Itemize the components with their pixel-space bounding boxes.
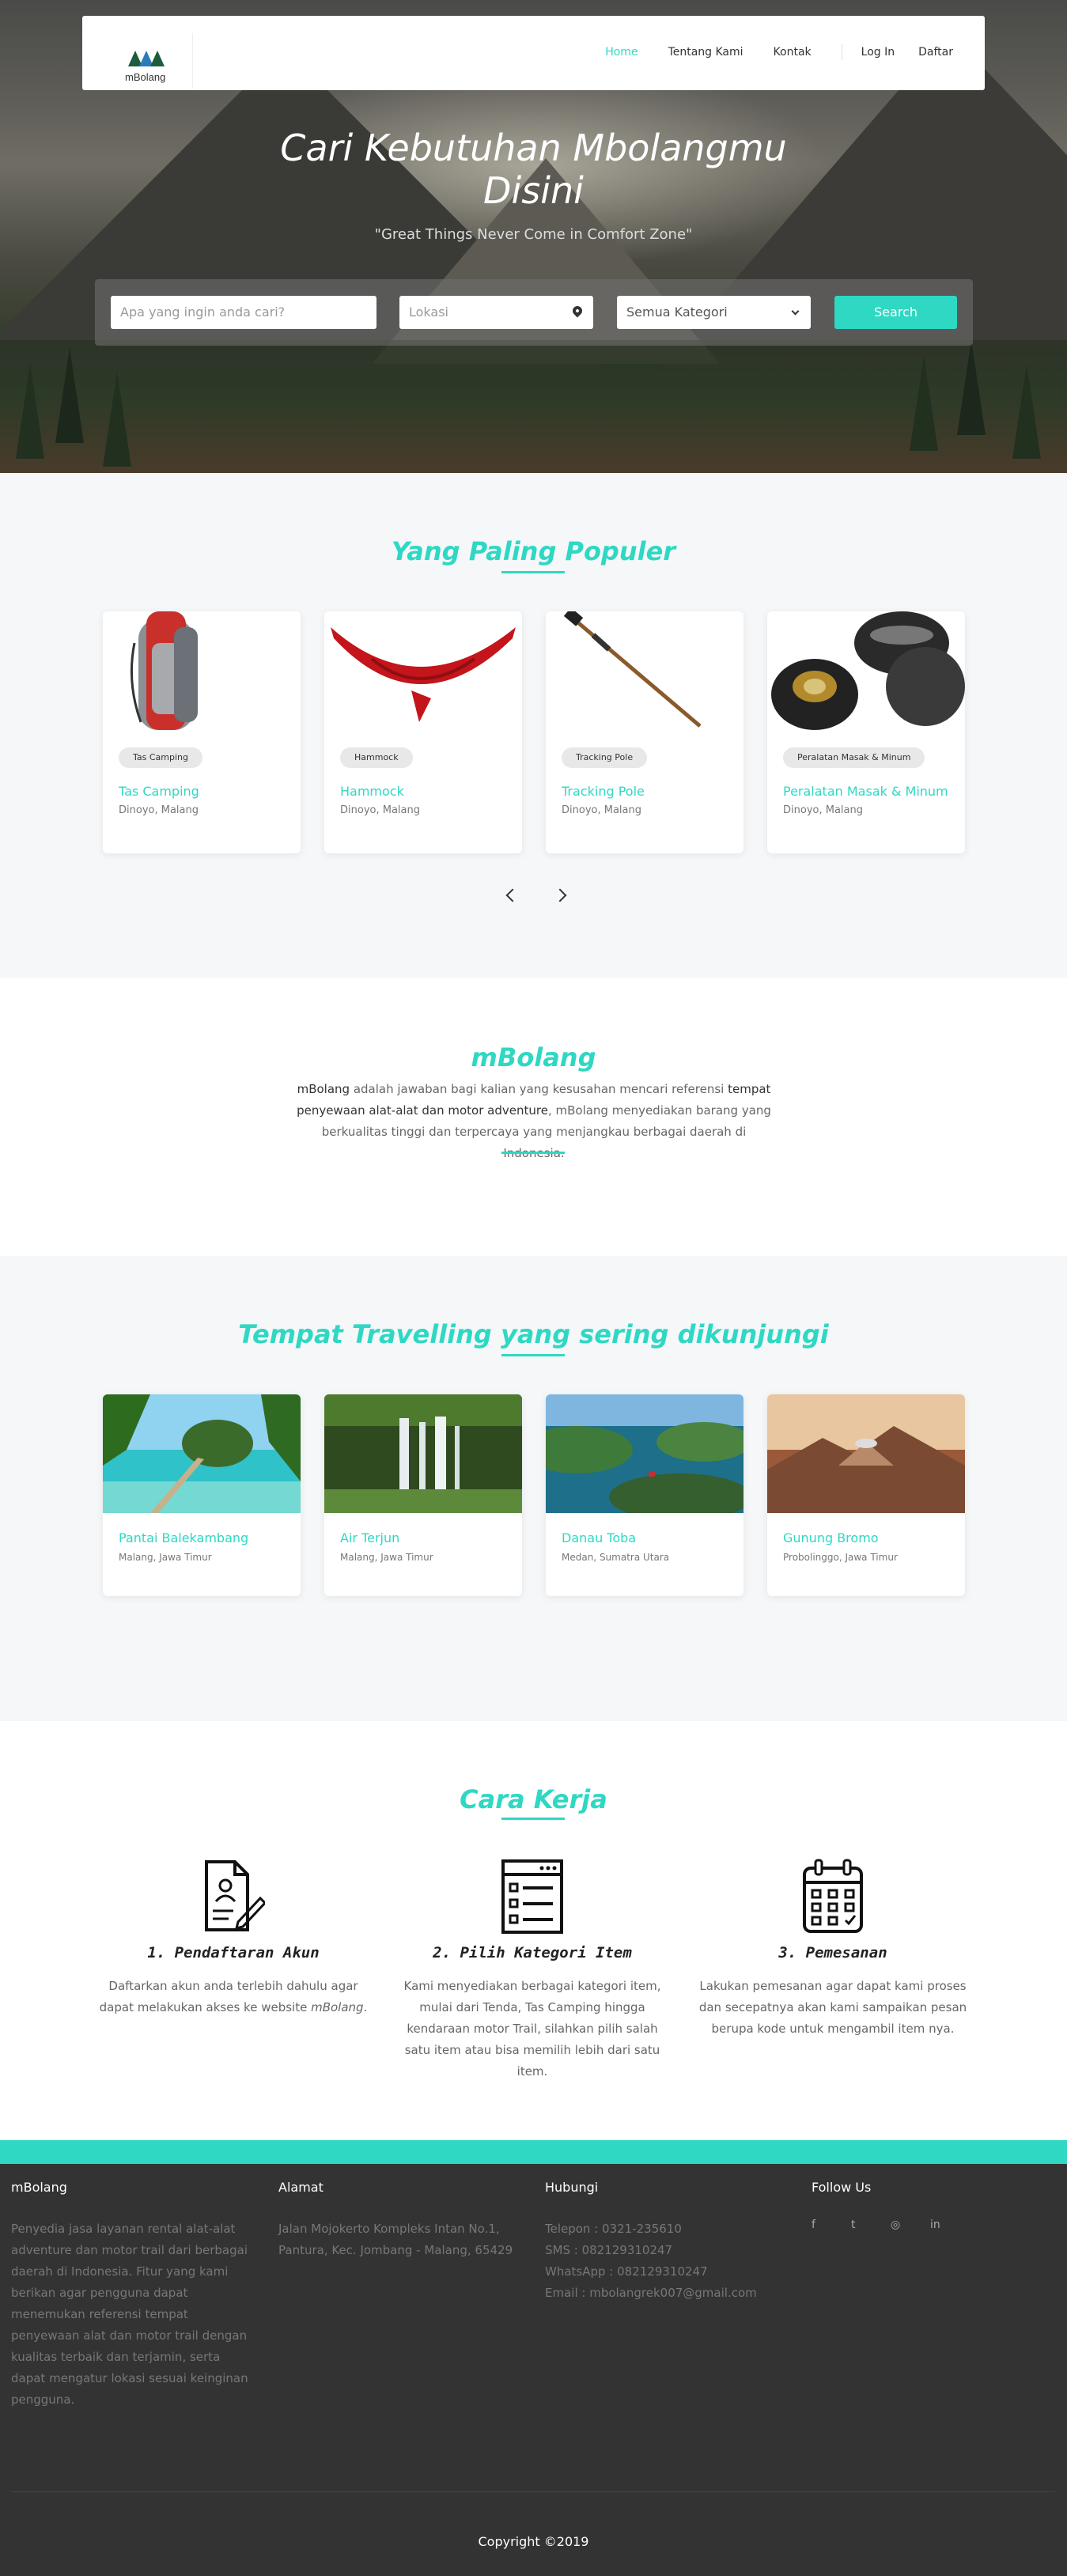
category-badge: Tracking Pole [562,747,648,768]
about-title: mBolang [471,1042,596,1072]
footer-about: mBolang Penyedia jasa layanan rental ala… [11,2180,248,2407]
footer-divider [11,2491,1055,2492]
destination-image [324,1394,522,1513]
product-image [767,611,965,730]
footer-accent-bar [0,2140,1067,2164]
travel-title: Tempat Travelling yang sering dikunjungi [238,1319,829,1349]
location-pin-icon [570,304,585,318]
how-underline [501,1818,565,1820]
product-name[interactable]: Tas Camping [119,784,199,799]
nav-home[interactable]: Home [605,46,638,59]
step-3: 3. Pemesanan Lakukan pemesanan agar dapa… [698,1859,967,2040]
brand-logo[interactable]: mBolang [119,33,193,89]
category-badge: Tas Camping [119,747,202,768]
hero-background-forest [0,340,1067,473]
product-card[interactable]: Tracking Pole Tracking Pole Dinoyo, Mala… [546,611,743,853]
destination-name[interactable]: Pantai Balekambang [119,1530,248,1545]
brand-name: mBolang [125,71,166,83]
sms-text: SMS : 082129310247 [545,2243,673,2257]
facebook-icon[interactable]: f [812,2219,851,2231]
nav-register[interactable]: Daftar [918,46,953,59]
location-input[interactable]: Lokasi [399,296,593,329]
product-location: Dinoyo, Malang [562,804,641,816]
search-input[interactable]: Apa yang ingin anda cari? [111,296,376,329]
destination-image [546,1394,743,1521]
product-card[interactable]: Tas Camping Tas Camping Dinoyo, Malang [103,611,301,853]
phone-text: Telepon : 0321-235610 [545,2222,682,2236]
title-underline [501,571,565,573]
destination-card[interactable]: Pantai Balekambang Malang, Jawa Timur [103,1394,301,1596]
nav-about[interactable]: Tentang Kami [668,46,743,59]
whatsapp-text: WhatsApp : 082129310247 [545,2264,708,2279]
product-card[interactable]: Hammock Hammock Dinoyo, Malang [324,611,522,853]
category-badge: Hammock [340,747,413,768]
destination-name[interactable]: Danau Toba [562,1530,636,1545]
footer-address: Alamat Jalan Mojokerto Kompleks Intan No… [278,2180,513,2257]
product-location: Dinoyo, Malang [119,804,199,816]
instagram-icon[interactable]: ◎ [891,2219,930,2231]
copyright: Copyright ©2019 [478,2534,589,2549]
nav-login[interactable]: Log In [861,46,895,59]
nav-links: Home Tentang Kami Kontak Log In Daftar [575,44,953,60]
search-panel: Apa yang ingin anda cari? Lokasi Semua K… [95,279,973,346]
about-underline [501,1152,565,1154]
popular-title: Yang Paling Populer [391,536,676,566]
product-image [103,611,301,730]
hero-title: Cari Kebutuhan Mbolangmu Disini [280,127,787,212]
nav-contact[interactable]: Kontak [774,46,812,59]
calendar-icon [801,1859,865,1935]
destination-image [767,1394,965,1513]
product-card[interactable]: Peralatan Masak & Minum Peralatan Masak … [767,611,965,853]
product-image [324,611,522,730]
destination-location: Medan, Sumatra Utara [562,1552,670,1563]
chevron-left-icon[interactable] [505,888,520,902]
category-badge: Peralatan Masak & Minum [783,747,925,768]
document-edit-icon [202,1859,267,1935]
product-name[interactable]: Hammock [340,784,404,799]
search-button[interactable]: Search [834,296,957,329]
step-2: 2. Pilih Kategori Item Kami menyediakan … [398,1859,667,2082]
popular-section: Yang Paling Populer Tas Camping Tas Camp… [0,473,1067,978]
destination-name[interactable]: Gunung Bromo [783,1530,879,1545]
footer: mBolang Penyedia jasa layanan rental ala… [0,2164,1067,2576]
destination-image [103,1394,301,1513]
chevron-down-icon [791,307,800,316]
hero-subtitle: "Great Things Never Come in Comfort Zone… [374,226,693,243]
footer-social: Follow Us f t ◎ in [812,2180,1053,2231]
navbar: mBolang Home Tentang Kami Kontak Log In … [82,16,985,90]
destination-card[interactable]: Danau Toba Medan, Sumatra Utara [546,1394,743,1596]
destination-location: Probolinggo, Jawa Timur [783,1552,898,1563]
product-image [546,611,743,730]
product-name[interactable]: Tracking Pole [562,784,645,799]
product-name[interactable]: Peralatan Masak & Minum [783,784,948,799]
destination-card[interactable]: Gunung Bromo Probolinggo, Jawa Timur [767,1394,965,1596]
list-window-icon [501,1859,564,1935]
hero-section: mBolang Home Tentang Kami Kontak Log In … [0,0,1067,473]
destination-location: Malang, Jawa Timur [119,1552,212,1563]
twitter-icon[interactable]: t [851,2219,891,2231]
destination-location: Malang, Jawa Timur [340,1552,433,1563]
how-title: Cara Kerja [460,1784,607,1814]
travel-section: Tempat Travelling yang sering dikunjungi… [0,1256,1067,1721]
title-underline [501,1354,565,1356]
step-1: 1. Pendaftaran Akun Daftarkan akun anda … [99,1859,368,2018]
category-select[interactable]: Semua Kategori [617,296,811,329]
linkedin-icon[interactable]: in [930,2219,970,2231]
destination-card[interactable]: Air Terjun Malang, Jawa Timur [324,1394,522,1596]
footer-contact: Hubungi Telepon : 0321-235610 SMS : 0821… [545,2180,757,2300]
product-location: Dinoyo, Malang [783,804,863,816]
product-location: Dinoyo, Malang [340,804,420,816]
email-link[interactable]: Email : mbolangrek007@gmail.com [545,2286,757,2300]
chevron-right-icon[interactable] [553,888,567,902]
destination-name[interactable]: Air Terjun [340,1530,399,1545]
